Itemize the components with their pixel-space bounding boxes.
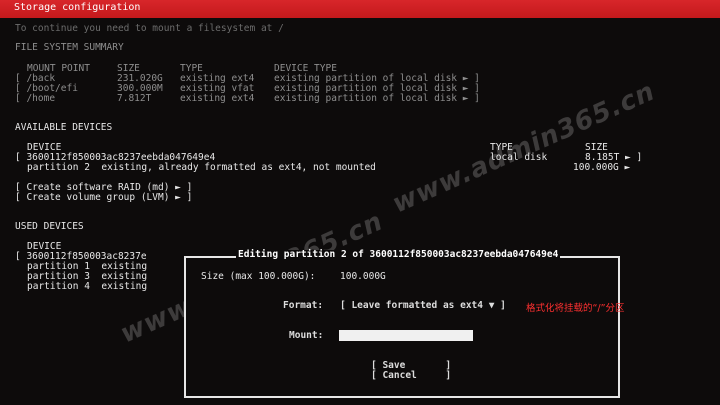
title-bar: Storage configuration bbox=[0, 0, 720, 18]
used-partition-row[interactable]: partition 4 existing bbox=[27, 282, 147, 292]
fs-row-size: 7.812T bbox=[117, 93, 152, 104]
fs-row-device-type: existing partition of local disk ► ] bbox=[274, 93, 480, 104]
mount-label: Mount: bbox=[289, 330, 324, 341]
intro-text: To continue you need to mount a filesyst… bbox=[15, 23, 284, 34]
dialog-title: Editing partition 2 of 3600112f850003ac8… bbox=[236, 249, 561, 260]
fs-row-type: existing ext4 bbox=[180, 93, 255, 104]
mount-input[interactable] bbox=[339, 330, 473, 341]
app-title: Storage configuration bbox=[14, 2, 141, 13]
available-partition-label: partition 2 existing, already formatted … bbox=[27, 162, 376, 173]
format-select[interactable]: [ Leave formatted as ext4 ▼ ] bbox=[340, 301, 506, 311]
format-annotation: 格式化将挂载的“/”分区 bbox=[526, 303, 625, 314]
size-field[interactable]: 100.000G bbox=[340, 272, 386, 282]
create-lvm-button[interactable]: [ Create volume group (LVM) ► ] bbox=[15, 193, 192, 203]
fs-row-mount: [ /home bbox=[15, 93, 56, 104]
format-label: Format: bbox=[283, 300, 324, 311]
fs-summary-heading: FILE SYSTEM SUMMARY bbox=[15, 42, 124, 53]
size-label: Size (max 100.000G): bbox=[201, 271, 316, 282]
available-devices-heading: AVAILABLE DEVICES bbox=[15, 122, 113, 133]
available-partition-size: 100.000G ► bbox=[573, 162, 631, 173]
used-devices-heading: USED DEVICES bbox=[15, 221, 84, 232]
cancel-button[interactable]: [ Cancel ] bbox=[371, 371, 451, 381]
